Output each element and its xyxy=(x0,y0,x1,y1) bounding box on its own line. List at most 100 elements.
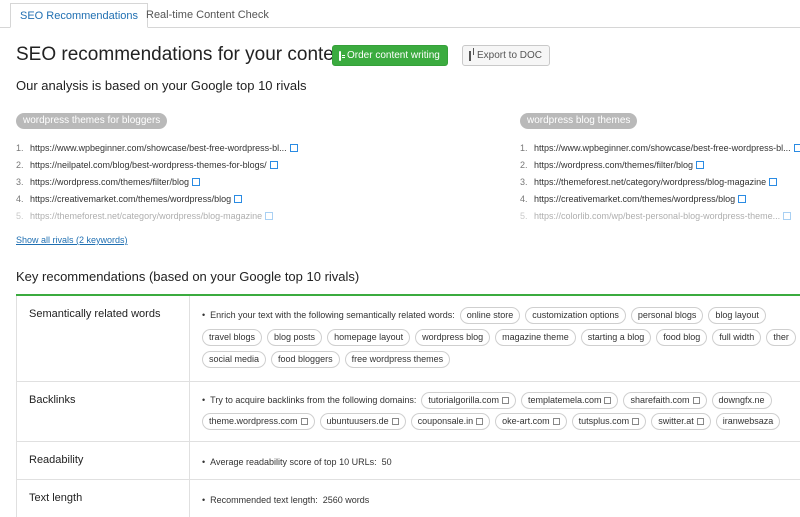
bullet: • xyxy=(202,457,206,467)
row-label: Readability xyxy=(29,454,84,466)
rival-item[interactable]: 2. https://neilpatel.com/blog/best-wordpr… xyxy=(16,157,316,174)
domain-chip[interactable]: switter.at xyxy=(651,412,711,430)
domain-label[interactable]: ubuntuusers.de xyxy=(327,416,389,426)
domain-label[interactable]: templatemela.com xyxy=(528,395,602,405)
rival-url[interactable]: https://colorlib.com/wp/best-personal-bl… xyxy=(534,211,780,221)
semantic-words-row: Semantically related words • Enrich your… xyxy=(17,296,800,382)
rival-item[interactable]: 4. https://creativemarket.com/themes/word… xyxy=(16,191,316,208)
word-chip: blog posts xyxy=(267,328,323,346)
rival-item[interactable]: 1. https://www.wpbeginner.com/showcase/be… xyxy=(16,140,316,157)
external-link-icon[interactable] xyxy=(783,212,792,220)
page-title: SEO recommendations for your content xyxy=(16,44,350,65)
rival-url[interactable]: https://creativemarket.com/themes/wordpr… xyxy=(534,194,735,204)
word-chip: ther xyxy=(766,328,796,346)
text-length-value: 2560 words xyxy=(322,495,370,505)
rival-url[interactable]: https://creativemarket.com/themes/wordpr… xyxy=(30,194,231,204)
recommendation-text: Average readability score of top 10 URLs… xyxy=(210,457,377,467)
external-link-icon[interactable] xyxy=(738,195,747,203)
external-link-icon[interactable] xyxy=(692,396,700,404)
export-to-doc-button[interactable]: Export to DOC xyxy=(462,45,550,66)
domain-label[interactable]: oke-art.com xyxy=(502,416,550,426)
external-link-icon[interactable] xyxy=(269,161,278,169)
rival-url[interactable]: https://www.wpbeginner.com/showcase/best… xyxy=(30,143,287,153)
analysis-subtitle: Our analysis is based on your Google top… xyxy=(16,78,307,93)
domain-chip[interactable]: tutorialgorilla.com xyxy=(421,391,516,409)
row-label: Backlinks xyxy=(29,394,76,406)
rival-url[interactable]: https://wordpress.com/themes/filter/blog xyxy=(534,160,693,170)
domain-label[interactable]: downgfx.ne xyxy=(719,395,765,405)
rival-url[interactable]: https://wordpress.com/themes/filter/blog xyxy=(30,177,189,187)
external-link-icon[interactable] xyxy=(476,417,484,425)
external-link-icon[interactable] xyxy=(604,396,612,404)
domain-chip[interactable]: sharefaith.com xyxy=(623,391,707,409)
domain-chip[interactable]: downgfx.ne xyxy=(711,391,772,409)
external-link-icon[interactable] xyxy=(696,417,704,425)
domain-label[interactable]: sharefaith.com xyxy=(630,395,689,405)
tab-seo-recommendations[interactable]: SEO Recommendations xyxy=(10,3,148,28)
external-link-icon[interactable] xyxy=(552,417,560,425)
word-chip: homepage layout xyxy=(327,328,411,346)
rivals-list: 1. https://www.wpbeginner.com/showcase/be… xyxy=(16,140,316,225)
bullet: • xyxy=(202,310,206,320)
domain-label[interactable]: theme.wordpress.com xyxy=(209,416,298,426)
domain-label[interactable]: iranwebsaza xyxy=(723,416,774,426)
column-divider xyxy=(189,296,190,381)
rival-item[interactable]: 3. https://wordpress.com/themes/filter/bl… xyxy=(16,174,316,191)
external-link-icon[interactable] xyxy=(696,161,705,169)
word-chip: magazine theme xyxy=(495,328,576,346)
domain-chip[interactable]: oke-art.com xyxy=(495,412,567,430)
tab-realtime-content-check[interactable]: Real-time Content Check xyxy=(137,3,278,28)
column-divider xyxy=(189,382,190,441)
rival-url[interactable]: https://www.wpbeginner.com/showcase/best… xyxy=(534,143,791,153)
domain-chip[interactable]: theme.wordpress.com xyxy=(202,412,315,430)
rival-url[interactable]: https://themeforest.net/category/wordpre… xyxy=(30,211,262,221)
external-link-icon[interactable] xyxy=(632,417,640,425)
show-all-rivals-link[interactable]: Show all rivals (2 keywords) xyxy=(16,235,128,245)
domain-label[interactable]: switter.at xyxy=(658,416,694,426)
order-button-label: Order content writing xyxy=(347,50,440,61)
keyword-badge: wordpress blog themes xyxy=(520,113,638,129)
domain-label[interactable]: tutsplus.com xyxy=(579,416,630,426)
rival-item[interactable]: 2. https://wordpress.com/themes/filter/bl… xyxy=(520,157,800,174)
external-link-icon[interactable] xyxy=(501,396,509,404)
order-content-writing-button[interactable]: Order content writing xyxy=(332,45,448,66)
external-link-icon[interactable] xyxy=(192,178,201,186)
keyword-badge: wordpress themes for bloggers xyxy=(16,113,168,129)
domain-chip[interactable]: couponsale.in xyxy=(410,412,491,430)
domain-chip[interactable]: iranwebsaza xyxy=(715,412,781,430)
word-chip: food blog xyxy=(656,328,708,346)
word-chip: social media xyxy=(202,350,267,368)
column-divider xyxy=(189,480,190,517)
recommendation-text: Try to acquire backlinks from the follow… xyxy=(210,395,417,405)
rival-item[interactable]: 3. https://themeforest.net/category/wordp… xyxy=(520,174,800,191)
rival-item[interactable]: 5. https://colorlib.com/wp/best-personal-… xyxy=(520,208,800,225)
bullet: • xyxy=(202,495,206,505)
word-chip: travel blogs xyxy=(202,328,263,346)
external-link-icon[interactable] xyxy=(300,417,308,425)
word-chip: food bloggers xyxy=(271,350,340,368)
domain-chip[interactable]: templatemela.com xyxy=(520,391,619,409)
domain-chip[interactable]: tutsplus.com xyxy=(571,412,647,430)
external-link-icon[interactable] xyxy=(289,144,298,152)
external-link-icon[interactable] xyxy=(769,178,778,186)
rival-url[interactable]: https://themeforest.net/category/wordpre… xyxy=(534,177,766,187)
rival-item[interactable]: 5. https://themeforest.net/category/wordp… xyxy=(16,208,316,225)
word-chip: customization options xyxy=(525,306,626,324)
rival-item[interactable]: 1. https://www.wpbeginner.com/showcase/be… xyxy=(520,140,800,157)
external-link-icon[interactable] xyxy=(265,212,274,220)
word-chip: wordpress blog xyxy=(415,328,491,346)
rival-item[interactable]: 4. https://creativemarket.com/themes/word… xyxy=(520,191,800,208)
word-chip: free wordpress themes xyxy=(344,350,451,368)
domain-label[interactable]: tutorialgorilla.com xyxy=(428,395,499,405)
domain-chip[interactable]: ubuntuusers.de xyxy=(319,412,406,430)
recommendations-table: Semantically related words • Enrich your… xyxy=(16,296,800,517)
external-link-icon[interactable] xyxy=(234,195,243,203)
external-link-icon[interactable] xyxy=(391,417,399,425)
word-chip: full width xyxy=(712,328,762,346)
recommendations-title: Key recommendations (based on your Googl… xyxy=(16,269,360,284)
external-link-icon[interactable] xyxy=(793,144,800,152)
tab-bar: SEO Recommendations Real-time Content Ch… xyxy=(0,0,800,28)
rival-url[interactable]: https://neilpatel.com/blog/best-wordpres… xyxy=(30,160,267,170)
readability-row: Readability • Average readability score … xyxy=(17,442,800,480)
domain-label[interactable]: couponsale.in xyxy=(418,416,474,426)
